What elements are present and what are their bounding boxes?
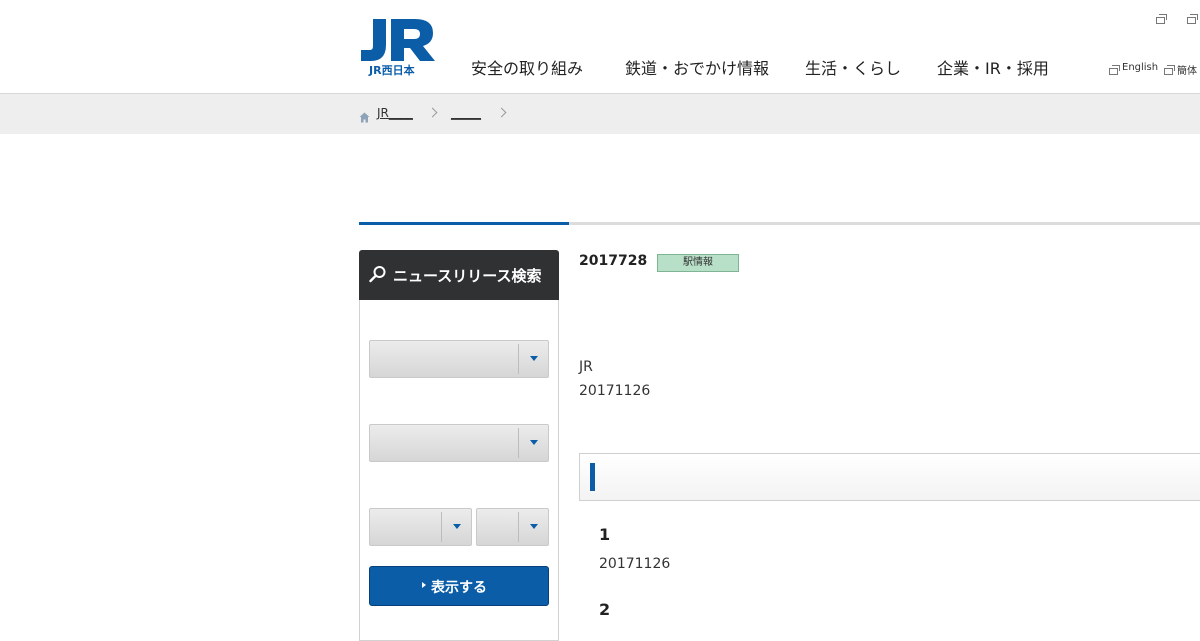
item-number: 2 bbox=[599, 600, 611, 619]
body-text: JR bbox=[579, 359, 593, 375]
external-window-icon[interactable] bbox=[1187, 14, 1198, 24]
section-heading bbox=[579, 453, 1200, 501]
tab-active-indicator[interactable] bbox=[359, 222, 569, 225]
dropdown-arrow-icon bbox=[530, 524, 538, 529]
english-link[interactable]: English bbox=[1122, 62, 1158, 73]
breadcrumb bbox=[0, 94, 1200, 134]
item-number: 1 bbox=[599, 525, 611, 544]
nav-railway-info[interactable]: 鉄道・おでかけ情報 bbox=[625, 55, 769, 79]
logo-caption: JR西日本 bbox=[369, 64, 415, 77]
site-header bbox=[0, 0, 1200, 94]
release-date: 2017728 bbox=[579, 253, 648, 269]
show-results-label: 表示する bbox=[431, 580, 487, 596]
dropdown-arrow-icon bbox=[530, 356, 538, 361]
section-heading-accent bbox=[590, 463, 595, 491]
news-search-title: ニュースリリース検索 bbox=[393, 267, 542, 285]
dropdown-arrow-icon bbox=[530, 440, 538, 445]
chevron-right-icon bbox=[429, 107, 436, 114]
external-window-icon[interactable] bbox=[1156, 14, 1167, 24]
external-window-icon bbox=[1109, 65, 1120, 75]
breadcrumb-section-link[interactable]: _____ bbox=[451, 106, 481, 120]
external-window-icon bbox=[1164, 65, 1175, 75]
nav-safety[interactable]: 安全の取り組み bbox=[471, 55, 583, 79]
triangle-right-icon bbox=[422, 582, 426, 588]
nav-lifestyle[interactable]: 生活・くらし bbox=[805, 55, 901, 79]
chinese-link[interactable]: 簡体 bbox=[1177, 62, 1197, 77]
dropdown-arrow-icon bbox=[453, 524, 461, 529]
month-select[interactable] bbox=[476, 508, 549, 546]
body-text: 20171126 bbox=[579, 383, 651, 399]
area-select[interactable] bbox=[369, 424, 549, 462]
category-select[interactable] bbox=[369, 340, 549, 378]
chevron-right-icon bbox=[498, 107, 505, 114]
item-text: 20171126 bbox=[599, 556, 671, 572]
search-icon bbox=[369, 265, 387, 287]
category-badge: 駅情報 bbox=[657, 254, 739, 272]
breadcrumb-home-link[interactable]: JR____ bbox=[377, 106, 413, 120]
year-select[interactable] bbox=[369, 508, 472, 546]
home-icon[interactable] bbox=[359, 108, 370, 123]
nav-corporate[interactable]: 企業・IR・採用 bbox=[937, 55, 1049, 79]
